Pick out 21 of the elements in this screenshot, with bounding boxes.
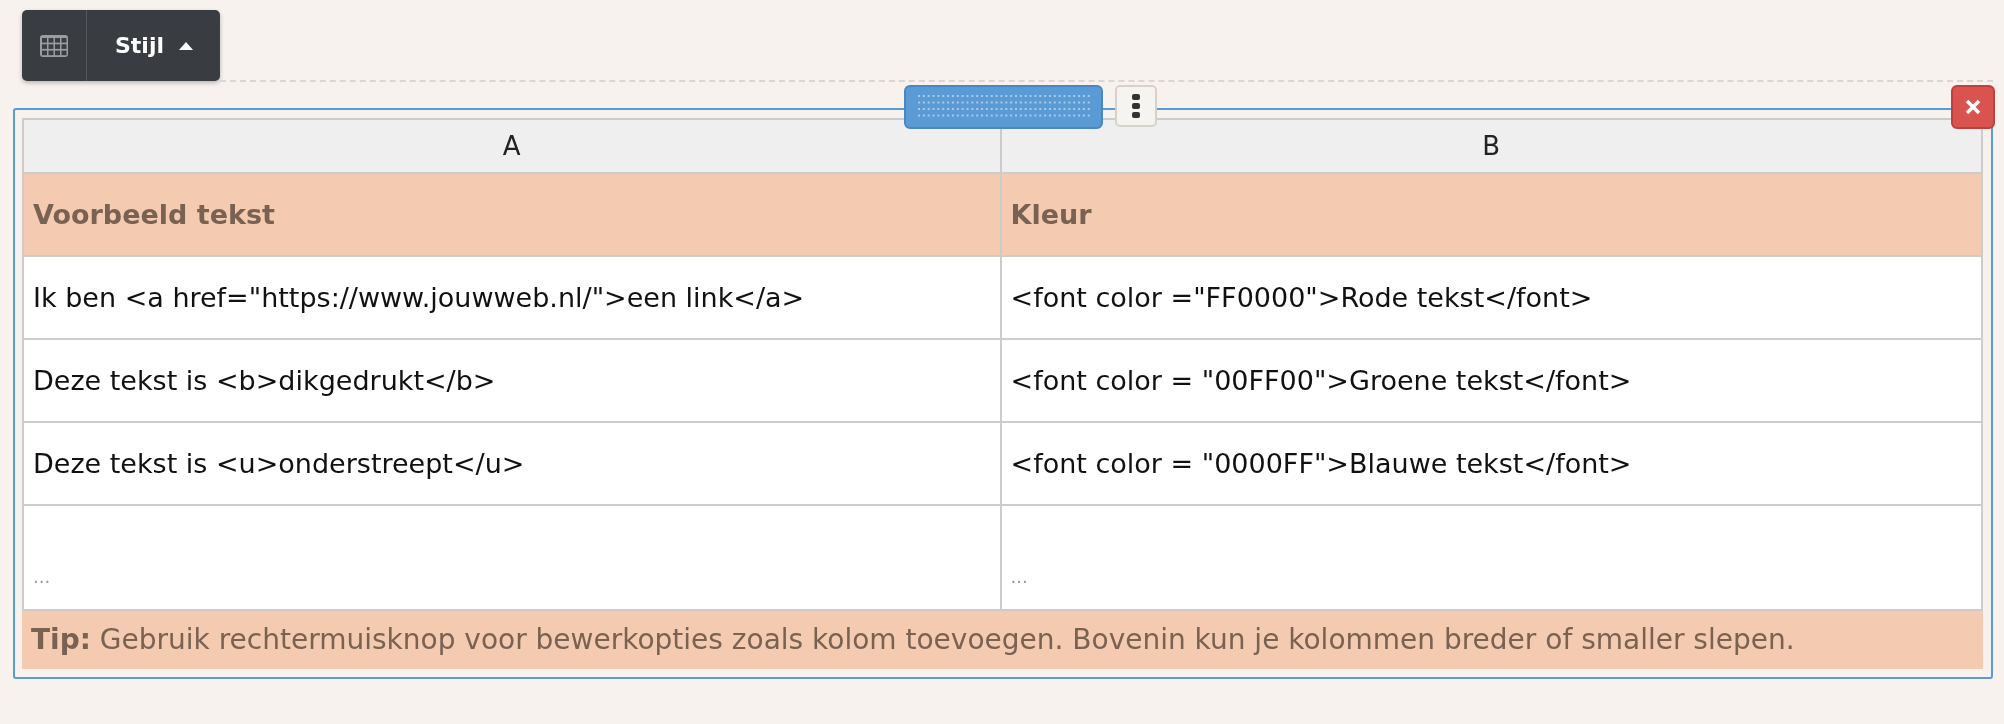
drag-handle[interactable]: [904, 85, 1103, 129]
table-cell: Deze tekst is <b>dikgedrukt</b>: [23, 339, 1001, 422]
table-icon: [39, 33, 69, 58]
table-cell: <font color ="FF0000">Rode tekst</font>: [1000, 256, 1982, 339]
close-button[interactable]: [1951, 85, 1995, 129]
style-dropdown-button[interactable]: Stijl: [87, 10, 220, 81]
caret-icon: [178, 40, 194, 51]
placeholder-cell: ...: [1000, 505, 1982, 610]
column-header[interactable]: B: [1000, 119, 1982, 173]
close-icon: [1965, 99, 1981, 115]
column-header[interactable]: A: [23, 119, 1001, 173]
table-cell: Deze tekst is <u>onderstreept</u>: [23, 422, 1001, 505]
more-options-button[interactable]: [1115, 85, 1157, 127]
header-cell: Voorbeeld tekst: [23, 173, 1001, 256]
table-cell: Ik ben <a href="https://www.jouwweb.nl/">een link</a>: [23, 256, 1001, 339]
tip-text: Tip: Gebruik rechtermuisknop voor bewerkopties zoals kolom toevoegen. Bovenin kun je kolommen breder of smaller slepen.: [22, 611, 1983, 669]
table-cell: <font color = "00FF00">Groene tekst</font>: [1000, 339, 1982, 422]
placeholder-cell: ...: [23, 505, 1001, 610]
header-cell: Kleur: [1000, 173, 1982, 256]
more-icon: [1132, 94, 1140, 118]
table-cell: <font color = "0000FF">Blauwe tekst</font>: [1000, 422, 1982, 505]
